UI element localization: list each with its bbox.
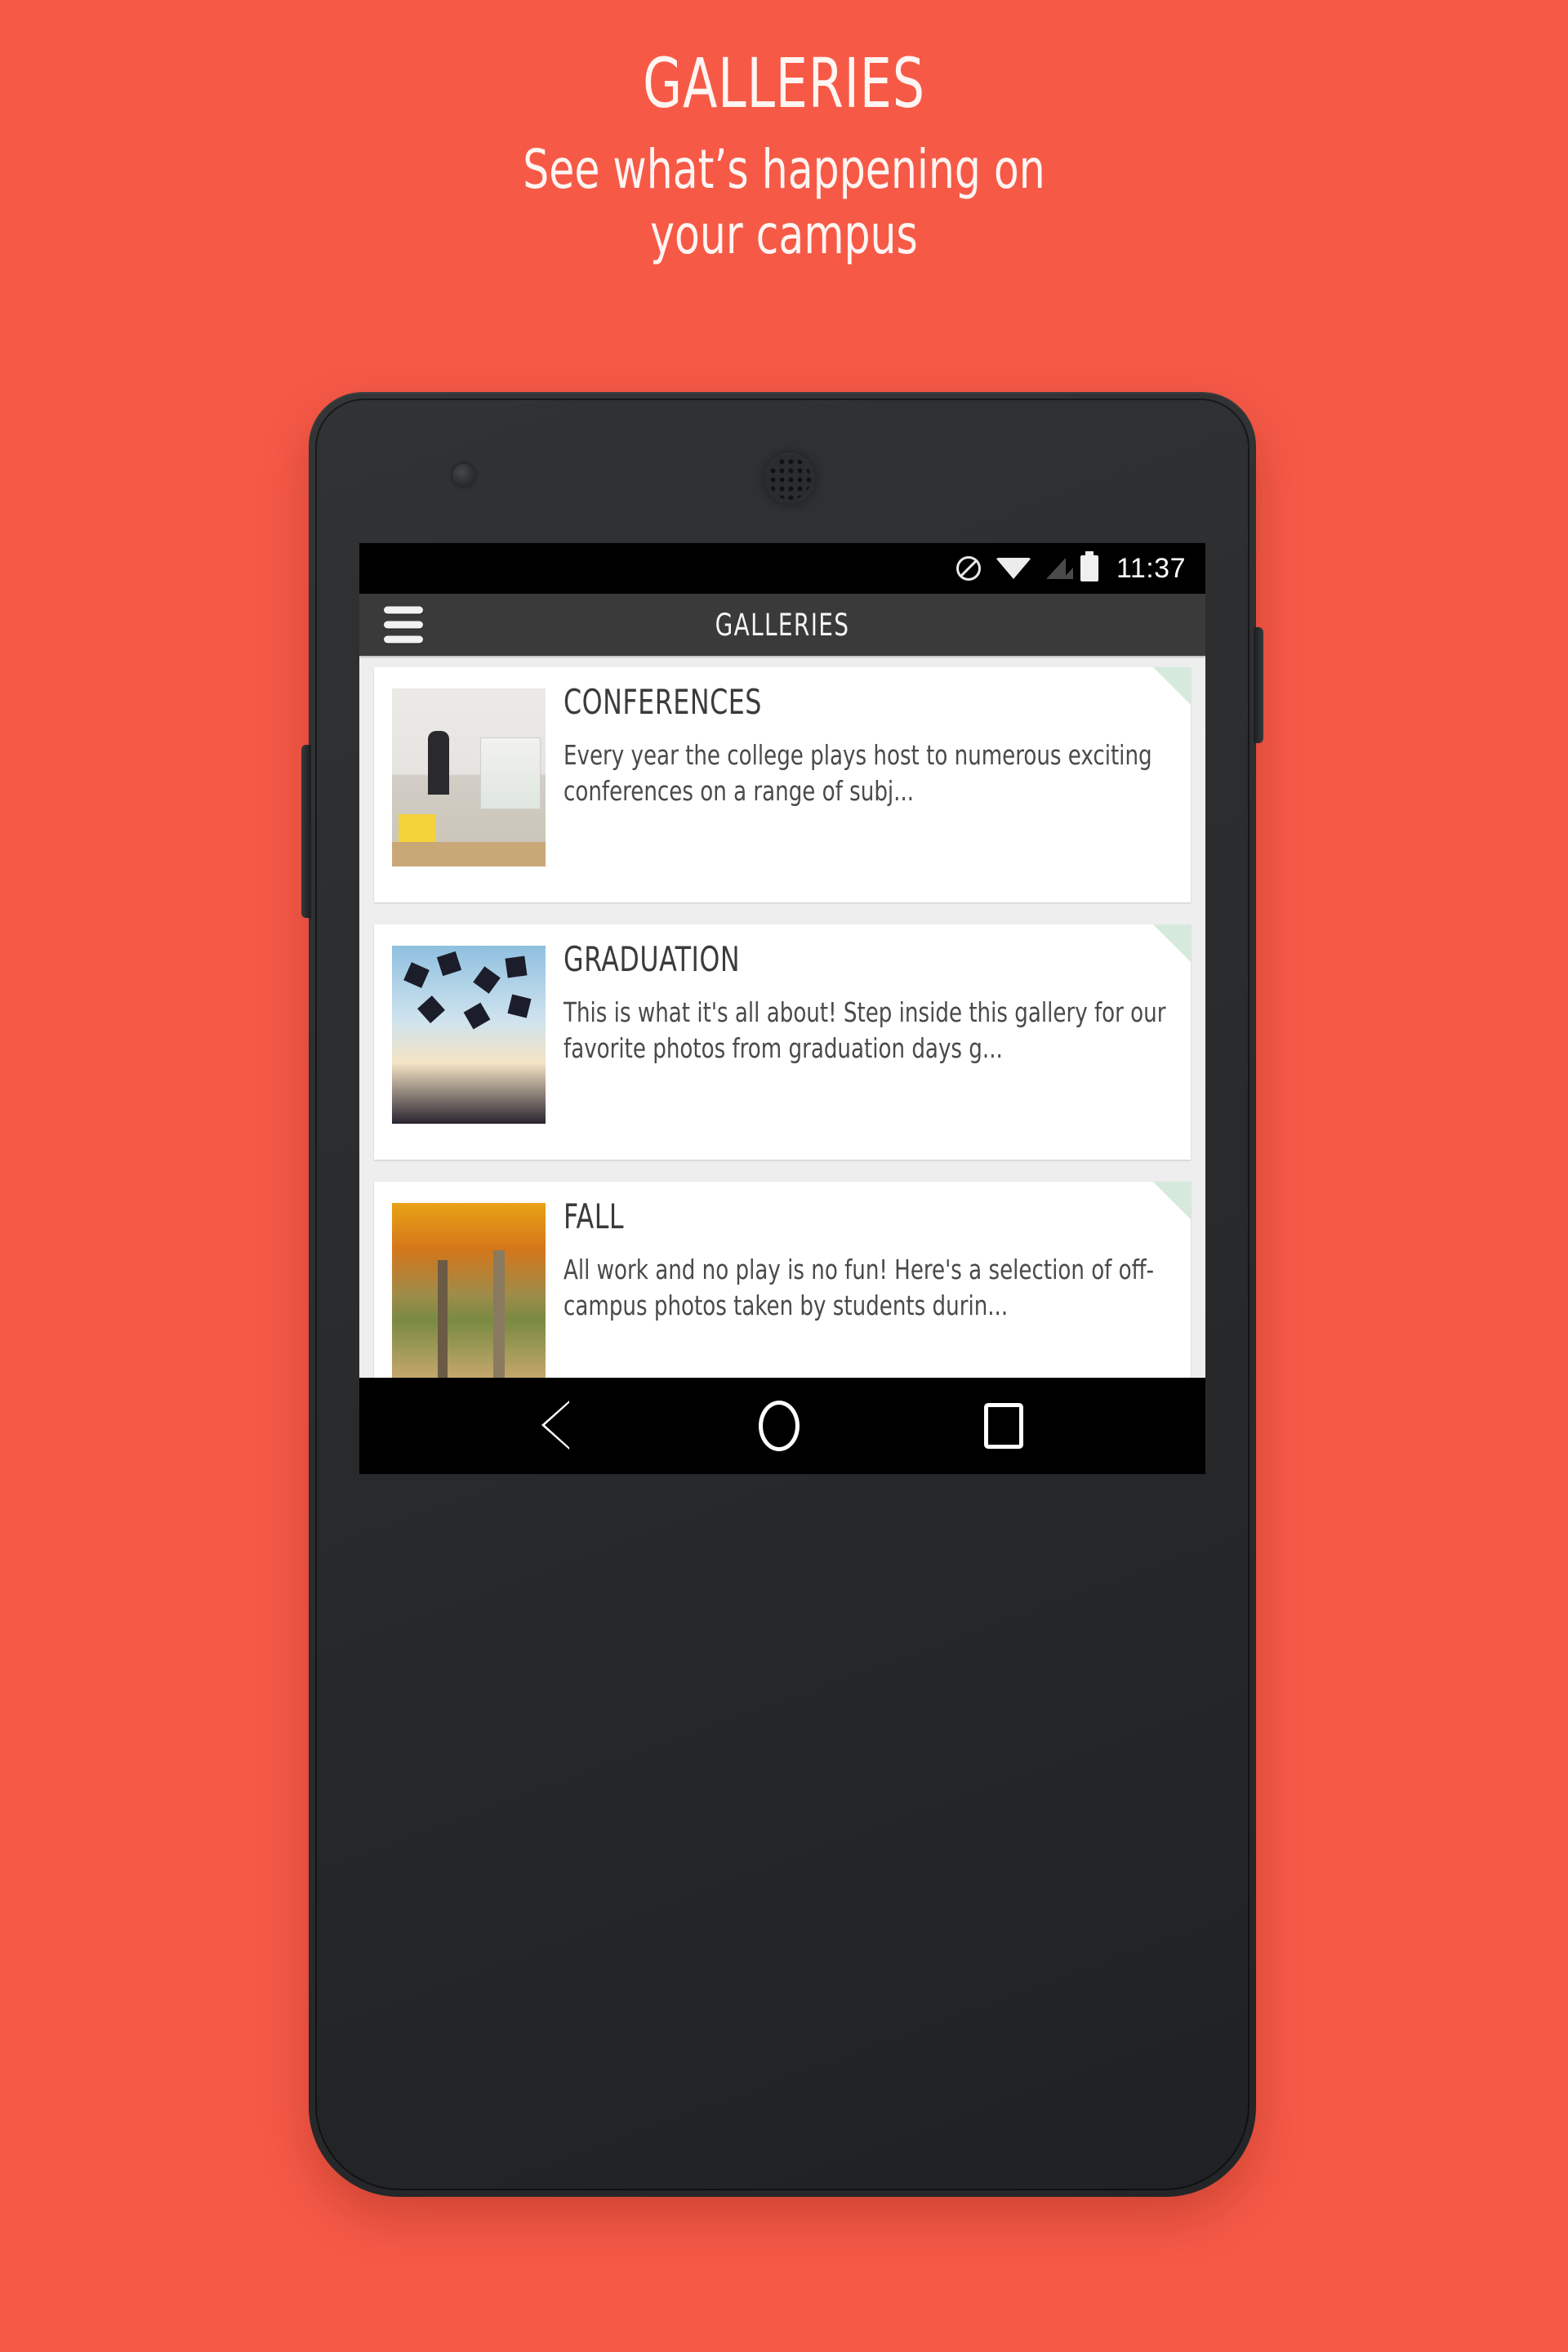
- recents-square-icon[interactable]: [984, 1403, 1023, 1449]
- list-item[interactable]: GRADUATION This is what it's all about! …: [374, 924, 1191, 1160]
- gallery-description: All work and no play is no fun! Here's a…: [564, 1254, 1155, 1321]
- list-item[interactable]: CONFERENCES Every year the college plays…: [374, 667, 1191, 902]
- promo-subtitle-line-1: See what’s happening on: [523, 137, 1045, 201]
- gallery-thumbnail: [392, 1203, 546, 1381]
- corner-flag-icon: [1153, 667, 1191, 705]
- hamburger-menu-icon[interactable]: [384, 606, 423, 644]
- promo-subtitle-line-2: your campus: [650, 203, 918, 267]
- gallery-title: GRADUATION: [564, 939, 741, 979]
- promo-header: GALLERIES See what’s happening on your c…: [0, 43, 1568, 269]
- card-body: CONFERENCES Every year the college plays…: [546, 667, 1191, 808]
- back-triangle-icon[interactable]: [541, 1401, 574, 1451]
- earpiece-speaker-icon: [764, 453, 815, 504]
- do-not-disturb-icon: [956, 556, 981, 581]
- signal-icon: [1045, 558, 1073, 579]
- gallery-title: CONFERENCES: [564, 682, 762, 722]
- status-bar-clock: 11:37: [1116, 552, 1186, 584]
- power-button[interactable]: [1254, 627, 1263, 743]
- app-bar: GALLERIES: [359, 594, 1205, 656]
- home-circle-icon[interactable]: [759, 1401, 800, 1451]
- gallery-title: FALL: [564, 1196, 625, 1236]
- promo-title: GALLERIES: [643, 43, 925, 123]
- card-body: FALL All work and no play is no fun! Her…: [546, 1182, 1191, 1323]
- corner-flag-icon: [1153, 1182, 1191, 1219]
- status-bar: 11:37: [359, 543, 1205, 594]
- galleries-list[interactable]: CONFERENCES Every year the college plays…: [359, 656, 1205, 1474]
- gallery-description: Every year the college plays host to num…: [564, 739, 1152, 807]
- corner-flag-icon: [1153, 924, 1191, 962]
- battery-icon: [1080, 555, 1098, 581]
- front-camera-icon: [452, 464, 475, 487]
- phone-device: 11:37 GALLERIES CONFERENCES Every year t…: [301, 392, 1263, 2197]
- gallery-thumbnail: [392, 946, 546, 1124]
- wifi-icon: [995, 558, 1031, 579]
- gallery-description: This is what it's all about! Step inside…: [564, 996, 1166, 1064]
- volume-rocker[interactable]: [301, 745, 311, 918]
- card-body: GRADUATION This is what it's all about! …: [546, 924, 1191, 1066]
- page-title: GALLERIES: [715, 607, 850, 643]
- gallery-thumbnail: [392, 688, 546, 866]
- phone-screen: 11:37 GALLERIES CONFERENCES Every year t…: [359, 543, 1205, 1474]
- android-navigation-bar: [359, 1378, 1205, 1474]
